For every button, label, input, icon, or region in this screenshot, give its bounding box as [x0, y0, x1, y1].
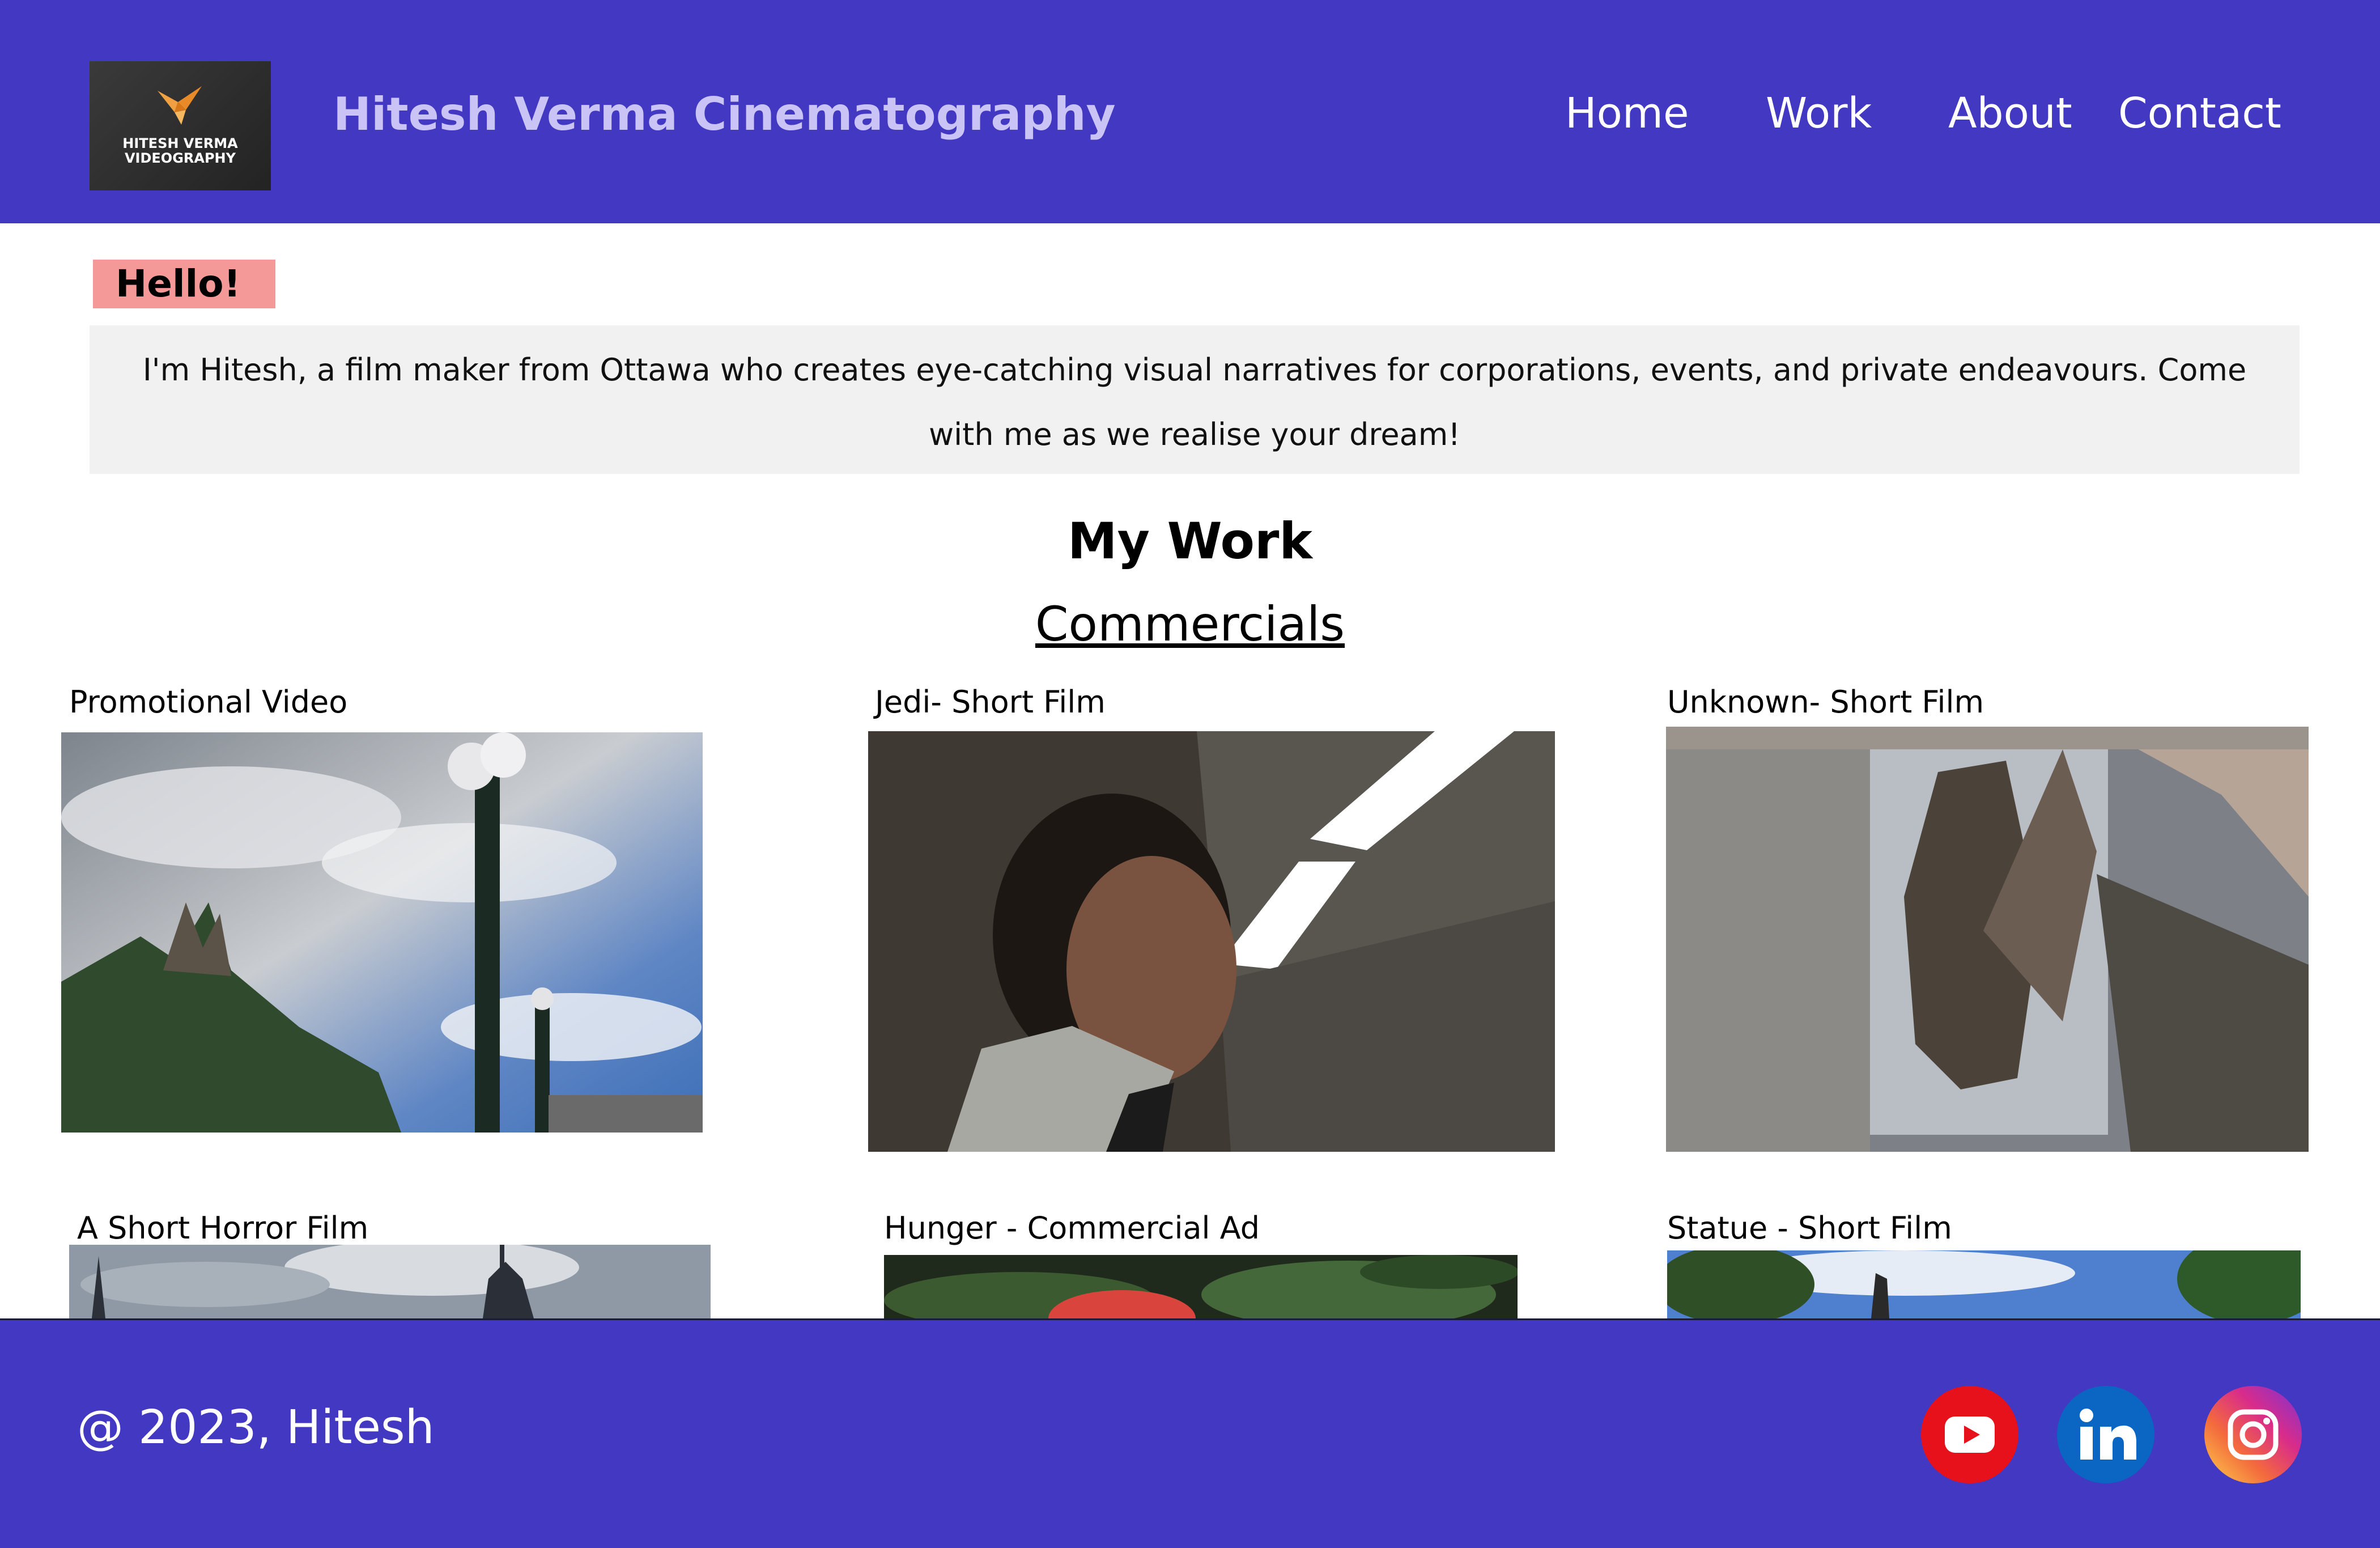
linkedin-icon[interactable]	[2057, 1386, 2154, 1483]
nav-home[interactable]: Home	[1565, 85, 1689, 142]
card-title-statue: Statue - Short Film	[1667, 1210, 1952, 1246]
card-title-unknown: Unknown- Short Film	[1667, 684, 1984, 720]
copyright-text: @ 2023, Hitesh	[77, 1401, 435, 1454]
card-title-promotional-video: Promotional Video	[69, 684, 348, 720]
site-header: HITESH VERMA VIDEOGRAPHY Hitesh Verma Ci…	[0, 0, 2380, 223]
instagram-icon[interactable]	[2204, 1386, 2302, 1483]
site-footer: @ 2023, Hitesh	[0, 1318, 2380, 1548]
nav-work[interactable]: Work	[1766, 85, 1872, 142]
origami-bird-icon	[158, 86, 202, 125]
thumbnail-promotional-video[interactable]	[61, 732, 703, 1133]
thumbnail-hunger[interactable]	[884, 1255, 1518, 1318]
logo-text: HITESH VERMA VIDEOGRAPHY	[122, 135, 238, 166]
site-title[interactable]: Hitesh Verma Cinematography	[333, 86, 1116, 143]
nav-contact[interactable]: Contact	[2118, 85, 2281, 142]
youtube-icon[interactable]	[1921, 1386, 2018, 1483]
thumbnail-statue[interactable]	[1667, 1250, 2301, 1318]
card-title-jedi: Jedi- Short Film	[875, 684, 1106, 720]
card-title-horror: A Short Horror Film	[77, 1210, 369, 1246]
my-work-heading: My Work	[1068, 512, 1312, 570]
thumbnail-jedi[interactable]	[868, 731, 1555, 1152]
thumbnail-unknown[interactable]	[1666, 727, 2309, 1152]
commercials-heading[interactable]: Commercials	[0, 594, 2380, 654]
intro-text: I'm Hitesh, a film maker from Ottawa who…	[142, 352, 2247, 452]
thumbnail-horror[interactable]	[69, 1245, 711, 1318]
greeting-text: Hello!	[116, 262, 241, 306]
greeting-badge: Hello!	[93, 260, 275, 308]
nav-about[interactable]: About	[1948, 85, 2072, 142]
brand-logo[interactable]: HITESH VERMA VIDEOGRAPHY	[90, 61, 271, 190]
intro-box: I'm Hitesh, a film maker from Ottawa who…	[90, 325, 2300, 474]
card-title-hunger: Hunger - Commercial Ad	[884, 1210, 1260, 1246]
